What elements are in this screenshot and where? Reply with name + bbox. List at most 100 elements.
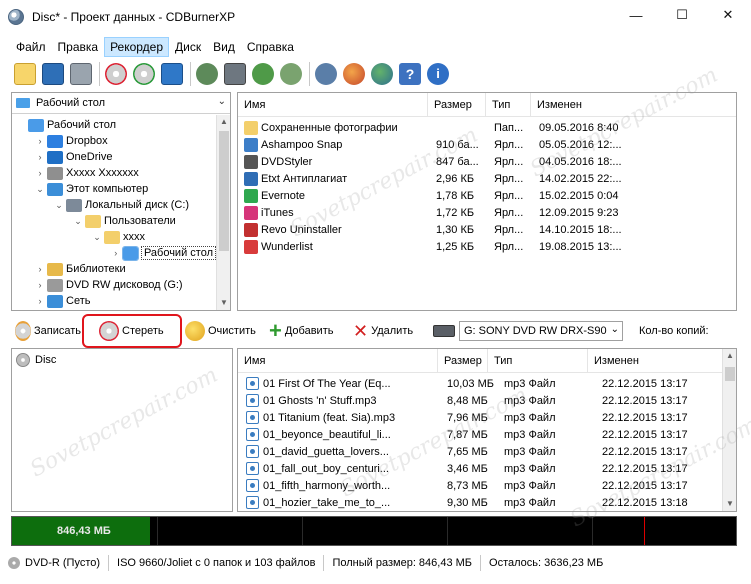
clear-button[interactable]: Очистить	[181, 318, 265, 344]
menu-view[interactable]: Вид	[207, 37, 241, 57]
tree-scrollbar[interactable]: ▲ ▼	[216, 115, 230, 310]
finalize-disc-button[interactable]	[131, 61, 157, 87]
menu-help[interactable]: Справка	[241, 37, 300, 57]
file-name: iTunes	[261, 206, 294, 219]
file-row[interactable]: Сохраненные фотографии Пап... 09.05.2016 8…	[238, 119, 736, 136]
chevron-right-icon[interactable]: ›	[35, 168, 45, 178]
tree-item[interactable]: ⌄ Этот компьютер	[12, 181, 216, 197]
compilation-row[interactable]: 01_beyonce_beautiful_li... 7,87 МБ mp3 Фай…	[238, 426, 736, 443]
menu-recorder[interactable]: Рекордер	[104, 37, 170, 57]
tree-item[interactable]: ⌄ Пользователи	[12, 213, 216, 229]
column-type[interactable]: Тип	[486, 93, 531, 117]
scroll-down-icon[interactable]: ▼	[723, 497, 736, 511]
chevron-right-icon[interactable]: ›	[35, 264, 45, 274]
minimize-button[interactable]: —	[613, 0, 659, 30]
drive-select[interactable]: G: SONY DVD RW DRX-S90 ⌄	[459, 321, 623, 341]
file-row[interactable]: Revo Uninstaller 1,30 КБ Ярл... 14.10.2015 …	[238, 221, 736, 238]
add-button[interactable]: + Добавить	[265, 318, 349, 344]
scroll-up-icon[interactable]: ▲	[217, 115, 231, 129]
column-name[interactable]: Имя	[238, 93, 428, 117]
column-modified[interactable]: Изменен	[531, 93, 724, 117]
tree-item[interactable]: › OneDrive	[12, 149, 216, 165]
menu-file[interactable]: Файл	[10, 37, 52, 57]
location-combo[interactable]: Рабочий стол ⌄	[12, 93, 230, 114]
tree-item[interactable]: › Dropbox	[12, 133, 216, 149]
tree-item[interactable]: ⌄ Локальный диск (C:)	[12, 197, 216, 213]
file-modified: 15.02.2015 0:04	[539, 189, 619, 202]
compilation-row[interactable]: 01_fifth_harmony_worth... 8,73 МБ mp3 Файл…	[238, 477, 736, 494]
track-name: 01_hozier_take_me_to_...	[263, 496, 391, 509]
help-icon: ?	[399, 63, 421, 85]
chevron-down-icon[interactable]: ⌄	[54, 200, 64, 211]
menu-disc[interactable]: Диск	[169, 37, 207, 57]
info-button[interactable]: i	[425, 61, 451, 87]
drive-button[interactable]	[222, 61, 248, 87]
close-button[interactable]: ✕	[705, 0, 751, 30]
help-button[interactable]: ?	[397, 61, 423, 87]
mp3-file-icon	[246, 462, 259, 475]
compilation-row[interactable]: 01_david_guetta_lovers... 7,65 МБ mp3 Файл…	[238, 443, 736, 460]
chevron-right-icon[interactable]: ›	[35, 136, 45, 146]
tree-item[interactable]: ⌄ xxxx	[12, 229, 216, 245]
file-list-header: Имя Размер Тип Изменен	[238, 93, 736, 117]
tree-item[interactable]: › Библиотеки	[12, 261, 216, 277]
settings-button[interactable]	[313, 61, 339, 87]
tree-item[interactable]: › Рабочий стол	[12, 245, 216, 261]
tree-item[interactable]: › DVD RW дисковод (G:)	[12, 277, 216, 293]
record-button[interactable]: Записать	[11, 318, 85, 344]
file-row[interactable]: Wunderlist 1,25 КБ Ярл... 19.08.2015 13:...	[238, 238, 736, 255]
file-row[interactable]: DVDStyler 847 ба... Ярл... 04.05.2016 18:..…	[238, 153, 736, 170]
erase-disc-button[interactable]	[103, 61, 129, 87]
compilation-row[interactable]: 01 Ghosts 'n' Stuff.mp3 8,48 МБ mp3 Файл 22…	[238, 392, 736, 409]
search-web-button[interactable]	[369, 61, 395, 87]
column-modified[interactable]: Изменен	[588, 349, 722, 373]
chevron-down-icon[interactable]: ⌄	[92, 232, 102, 243]
chevron-down-icon[interactable]: ⌄	[73, 216, 83, 227]
status-total-size: Полный размер: 846,43 МБ	[324, 555, 482, 571]
clear-label: Очистить	[208, 325, 256, 337]
folder-icon	[47, 134, 63, 148]
tree-item-label: Рабочий стол	[140, 246, 216, 260]
tree-item[interactable]: Рабочий стол	[12, 117, 216, 133]
chevron-right-icon[interactable]: ›	[35, 152, 45, 162]
column-size[interactable]: Размер	[428, 93, 486, 117]
save-icon	[42, 63, 64, 85]
compilation-row[interactable]: 01_hozier_take_me_to_... 9,30 МБ mp3 Файл 2…	[238, 494, 736, 511]
folder-tree: Рабочий стол › Dropbox › OneDrive › Xxxxx Xxxx…	[12, 117, 216, 310]
eject-button[interactable]	[159, 61, 185, 87]
scroll-down-icon[interactable]: ▼	[217, 296, 231, 310]
compilation-row[interactable]: 01_fall_out_boy_centuri... 3,46 МБ mp3 Фай…	[238, 460, 736, 477]
file-modified: 05.05.2016 12:...	[539, 138, 622, 151]
disc-tree-root[interactable]: Disc	[16, 353, 56, 367]
track-name: 01 First Of The Year (Eq...	[263, 377, 391, 390]
column-name[interactable]: Имя	[238, 349, 438, 373]
menu-edit[interactable]: Правка	[52, 37, 105, 57]
file-row[interactable]: Etxt Антиплагиат 2,96 КБ Ярл... 14.02.2015 …	[238, 170, 736, 187]
file-row[interactable]: iTunes 1,72 КБ Ярл... 12.09.2015 9:23	[238, 204, 736, 221]
remove-button[interactable]: ✕ Удалить	[349, 318, 429, 344]
file-row[interactable]: Evernote 1,78 КБ Ярл... 15.02.2015 0:04	[238, 187, 736, 204]
down-button[interactable]	[250, 61, 276, 87]
chevron-right-icon[interactable]: ›	[35, 296, 45, 306]
column-size[interactable]: Размер	[438, 349, 488, 373]
column-type[interactable]: Тип	[488, 349, 588, 373]
compilation-row[interactable]: 01 First Of The Year (Eq... 10,03 МБ mp3 Ф…	[238, 375, 736, 392]
chevron-right-icon[interactable]: ›	[111, 248, 121, 258]
save-button[interactable]	[40, 61, 66, 87]
chevron-down-icon[interactable]: ⌄	[35, 184, 45, 195]
back-button[interactable]	[194, 61, 220, 87]
file-row[interactable]: Ashampoo Snap 910 ба... Ярл... 05.05.2016 1…	[238, 136, 736, 153]
compilation-scrollbar[interactable]: ▲ ▼	[722, 349, 736, 511]
maximize-button[interactable]: ☐	[659, 0, 705, 30]
print-button[interactable]	[68, 61, 94, 87]
web-button[interactable]	[341, 61, 367, 87]
tree-scroll-thumb[interactable]	[219, 131, 229, 251]
chevron-right-icon[interactable]: ›	[35, 280, 45, 290]
scroll-up-icon[interactable]: ▲	[723, 349, 736, 363]
compilation-row[interactable]: 01 Titanium (feat. Sia).mp3 7,96 МБ mp3 Фа…	[238, 409, 736, 426]
tree-item[interactable]: › Xxxxx Xxxxxxx	[12, 165, 216, 181]
tree-item[interactable]: › Сеть	[12, 293, 216, 309]
new-button[interactable]	[12, 61, 38, 87]
burn-button[interactable]	[278, 61, 304, 87]
compilation-scroll-thumb[interactable]	[725, 367, 735, 381]
